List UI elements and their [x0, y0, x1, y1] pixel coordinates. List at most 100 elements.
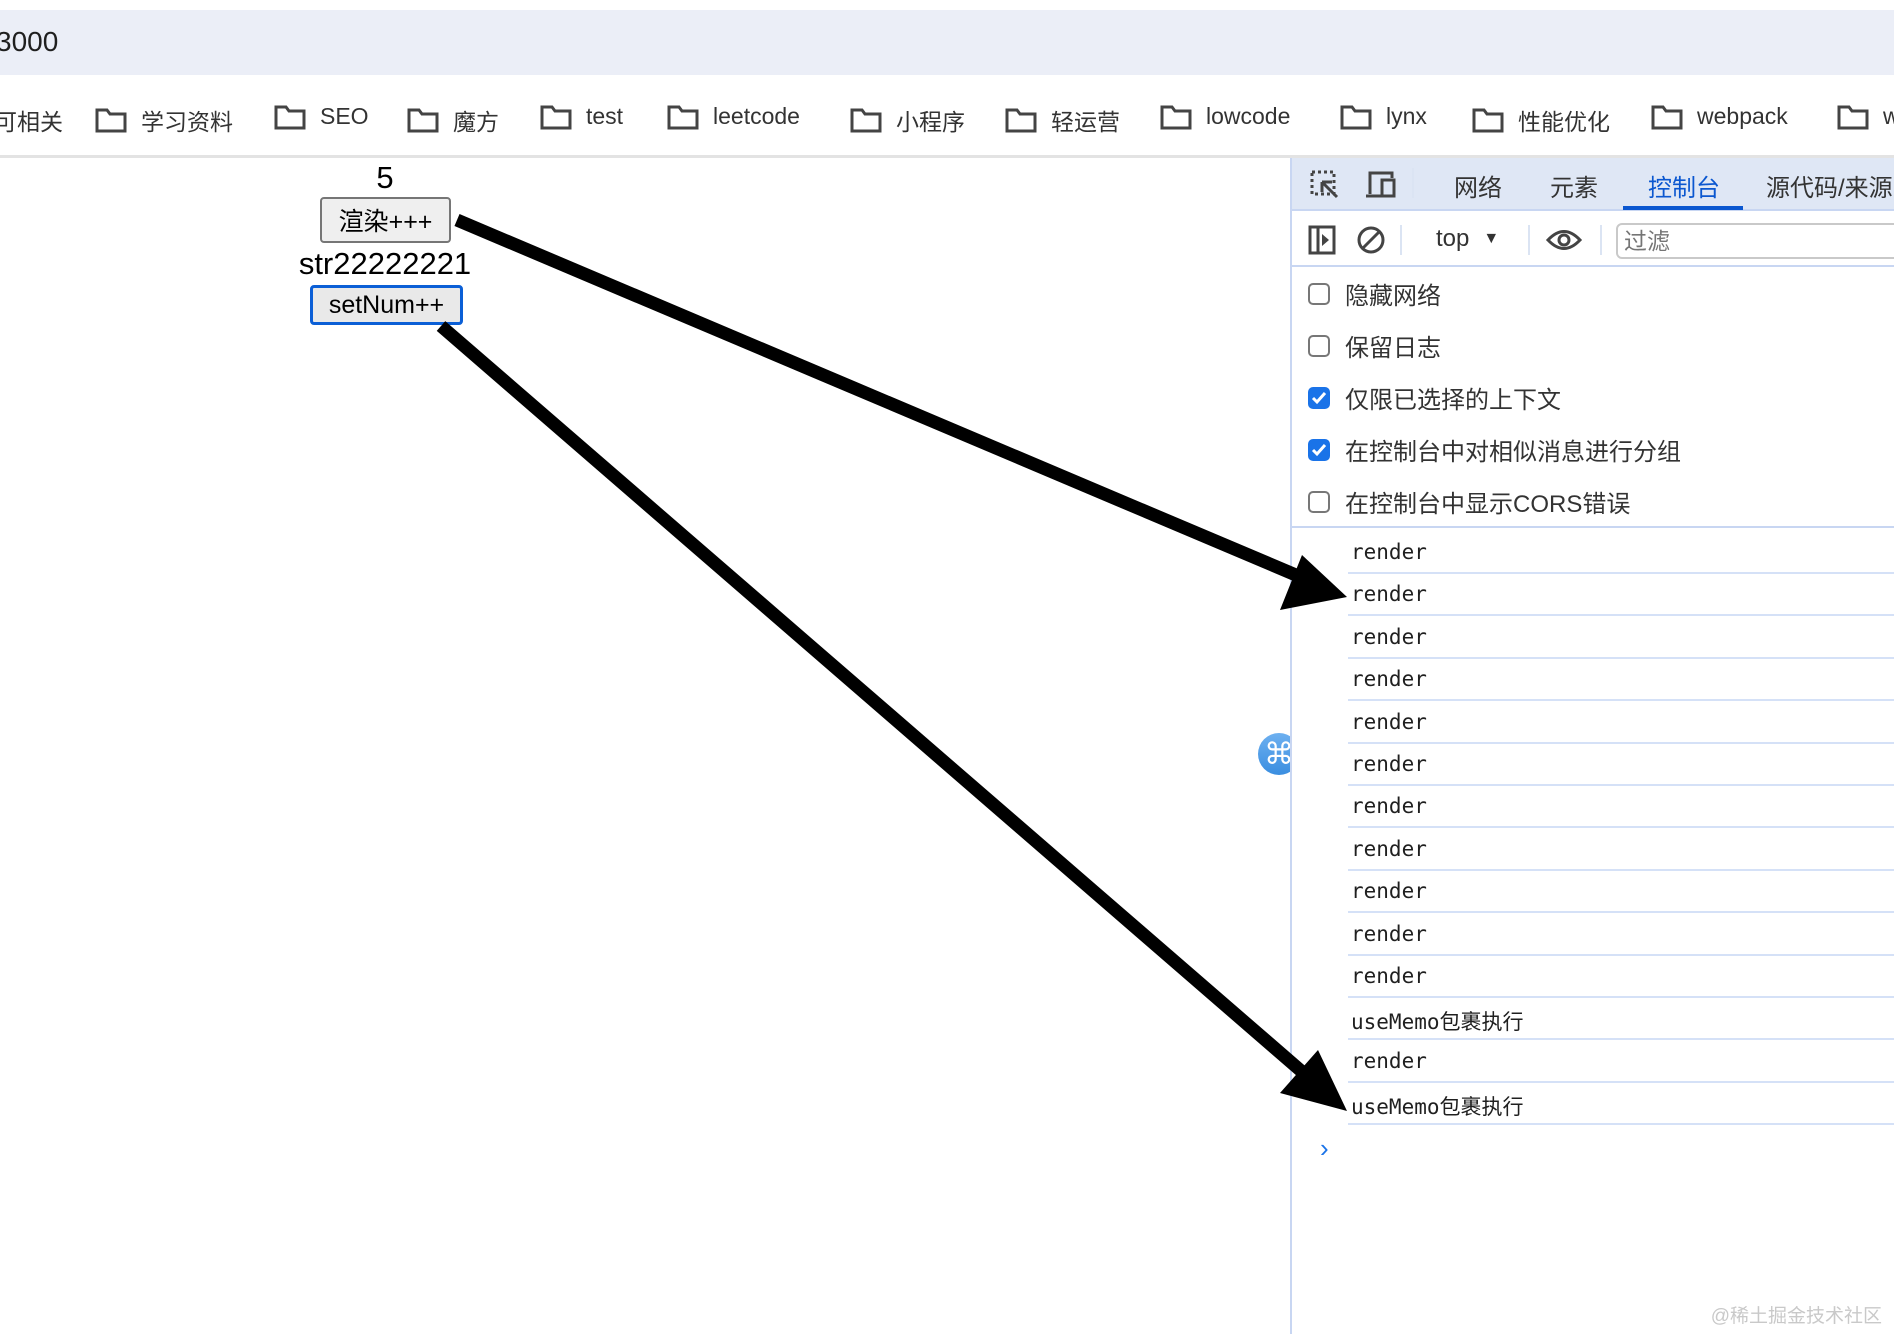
divider	[1400, 225, 1402, 255]
device-toolbar-icon[interactable]	[1364, 170, 1398, 205]
bookmark-folder[interactable]: 性能优化	[1472, 103, 1610, 137]
url-text: 3000	[0, 26, 59, 57]
folder-icon	[1160, 105, 1192, 129]
address-bar[interactable]: 3000	[0, 10, 1894, 75]
console-log-row: render	[1348, 871, 1894, 914]
console-log-row: render	[1348, 786, 1894, 829]
inspect-element-icon[interactable]	[1310, 170, 1340, 205]
bookmark-label: lowcode	[1206, 103, 1291, 129]
clear-console-icon[interactable]	[1356, 225, 1386, 260]
console-option[interactable]: 仅限已选择的上下文	[1308, 380, 1561, 415]
console-toolbar: top ▼	[1292, 213, 1894, 267]
tab-network[interactable]: 网络	[1454, 168, 1502, 203]
console-log-row: render	[1348, 659, 1894, 702]
console-log-row: render	[1348, 617, 1894, 659]
console-log-row: useMemo包裹执行	[1348, 1083, 1894, 1126]
console-log-row: render	[1348, 532, 1894, 574]
str-value: str22222221	[298, 246, 472, 281]
window-top	[0, 0, 1894, 10]
divider	[1412, 168, 1414, 198]
sidebar-toggle-icon[interactable]	[1308, 225, 1338, 260]
folder-icon	[850, 108, 882, 133]
bookmark-label: 可相关	[0, 109, 63, 135]
folder-icon	[540, 105, 572, 129]
bookmark-label: 性能优化	[1518, 109, 1610, 135]
bookmark-label: 学习资料	[141, 109, 233, 135]
console-option[interactable]: 在控制台中显示CORS错误	[1308, 484, 1630, 519]
bookmark-label: 轻运营	[1051, 109, 1120, 135]
setnum-button[interactable]: setNum++	[310, 285, 463, 325]
folder-icon	[1005, 108, 1037, 133]
folder-icon	[274, 105, 306, 129]
bookmark-folder[interactable]: lynx	[1340, 103, 1427, 130]
bookmark-folder[interactable]: w	[1837, 103, 1894, 130]
console-log-row: render	[1348, 829, 1894, 871]
context-value: top	[1436, 225, 1470, 252]
console-option[interactable]: 在控制台中对相似消息进行分组	[1308, 432, 1681, 467]
live-expression-eye-icon[interactable]	[1545, 227, 1583, 258]
bookmark-folder[interactable]: 魔方	[407, 103, 499, 137]
folder-icon	[1340, 105, 1372, 129]
folder-icon	[1837, 105, 1869, 129]
page-content: 5 渲染+++ str22222221 setNum++	[0, 158, 1290, 1334]
folder-icon	[1472, 108, 1504, 133]
folder-icon	[95, 108, 127, 133]
folder-icon	[407, 108, 439, 133]
console-log-row: useMemo包裹执行	[1348, 998, 1894, 1041]
console-log-row: render	[1348, 956, 1894, 998]
filter-input[interactable]	[1616, 223, 1894, 259]
console-option[interactable]: 隐藏网络	[1308, 276, 1441, 311]
bookmarks-bar: 可相关 学习资料 SEO 魔方 test leetcode 小程序 轻运营 lowcode lyn…	[0, 95, 1894, 147]
active-tab-indicator	[1623, 206, 1743, 210]
option-label: 在控制台中显示CORS错误	[1345, 491, 1631, 518]
bookmark-folder[interactable]: webpack	[1651, 103, 1788, 130]
bookmark-label: lynx	[1386, 103, 1427, 129]
divider	[1600, 225, 1602, 255]
context-selector[interactable]: top ▼	[1436, 225, 1499, 253]
bookmark-folder[interactable]: 小程序	[850, 103, 965, 137]
checkbox[interactable]	[1308, 334, 1330, 357]
dropdown-arrow-icon: ▼	[1483, 230, 1500, 247]
checkbox[interactable]	[1308, 490, 1330, 513]
bookmark-label: 小程序	[896, 109, 965, 135]
divider	[1528, 225, 1530, 255]
devtools-tabbar: 网络 元素 控制台 源代码/来源	[1292, 158, 1894, 211]
folder-icon	[667, 105, 699, 129]
bookmark-label: test	[586, 103, 624, 129]
watermark: @稀土掘金技术社区	[1710, 1306, 1882, 1327]
console-log-row: render	[1348, 702, 1894, 744]
bookmark-label: w	[1883, 103, 1894, 129]
checkbox[interactable]	[1308, 282, 1330, 305]
bookmark-folder[interactable]: leetcode	[667, 103, 800, 130]
console-option[interactable]: 保留日志	[1308, 328, 1441, 363]
bookmark-folder[interactable]: SEO	[274, 103, 369, 130]
checkbox[interactable]	[1308, 438, 1330, 461]
count-value: 5	[376, 160, 394, 195]
bookmark-folder[interactable]: 轻运营	[1005, 103, 1120, 137]
render-button[interactable]: 渲染+++	[320, 197, 451, 243]
tab-sources[interactable]: 源代码/来源	[1766, 168, 1893, 203]
console-log-row: render	[1348, 574, 1894, 617]
console-prompt-icon[interactable]: ›	[1320, 1133, 1329, 1164]
bookmark-folder[interactable]: lowcode	[1160, 103, 1290, 130]
console-log-row: render	[1348, 914, 1894, 956]
console-log-row: render	[1348, 1041, 1894, 1083]
console-log-row: render	[1348, 744, 1894, 786]
bookmark-label: 魔方	[453, 109, 499, 135]
bookmark-folder[interactable]: 学习资料	[95, 103, 233, 137]
option-label: 隐藏网络	[1345, 283, 1441, 310]
option-label: 保留日志	[1345, 335, 1441, 362]
devtools-panel: 网络 元素 控制台 源代码/来源 top ▼ 隐藏网络保留日志仅限已选择的上下文在…	[1290, 158, 1894, 1334]
bookmark-label: leetcode	[713, 103, 800, 129]
folder-icon	[1651, 105, 1683, 129]
divider	[1292, 526, 1894, 528]
bookmark-label: webpack	[1697, 103, 1788, 129]
tab-console[interactable]: 控制台	[1648, 168, 1720, 203]
option-label: 在控制台中对相似消息进行分组	[1345, 439, 1681, 466]
option-label: 仅限已选择的上下文	[1345, 387, 1561, 414]
tab-elements[interactable]: 元素	[1550, 168, 1598, 203]
bookmark-label: SEO	[320, 103, 369, 129]
checkbox[interactable]	[1308, 386, 1330, 409]
bookmark-folder[interactable]: test	[540, 103, 623, 130]
bookmark-folder[interactable]: 可相关	[0, 103, 63, 137]
